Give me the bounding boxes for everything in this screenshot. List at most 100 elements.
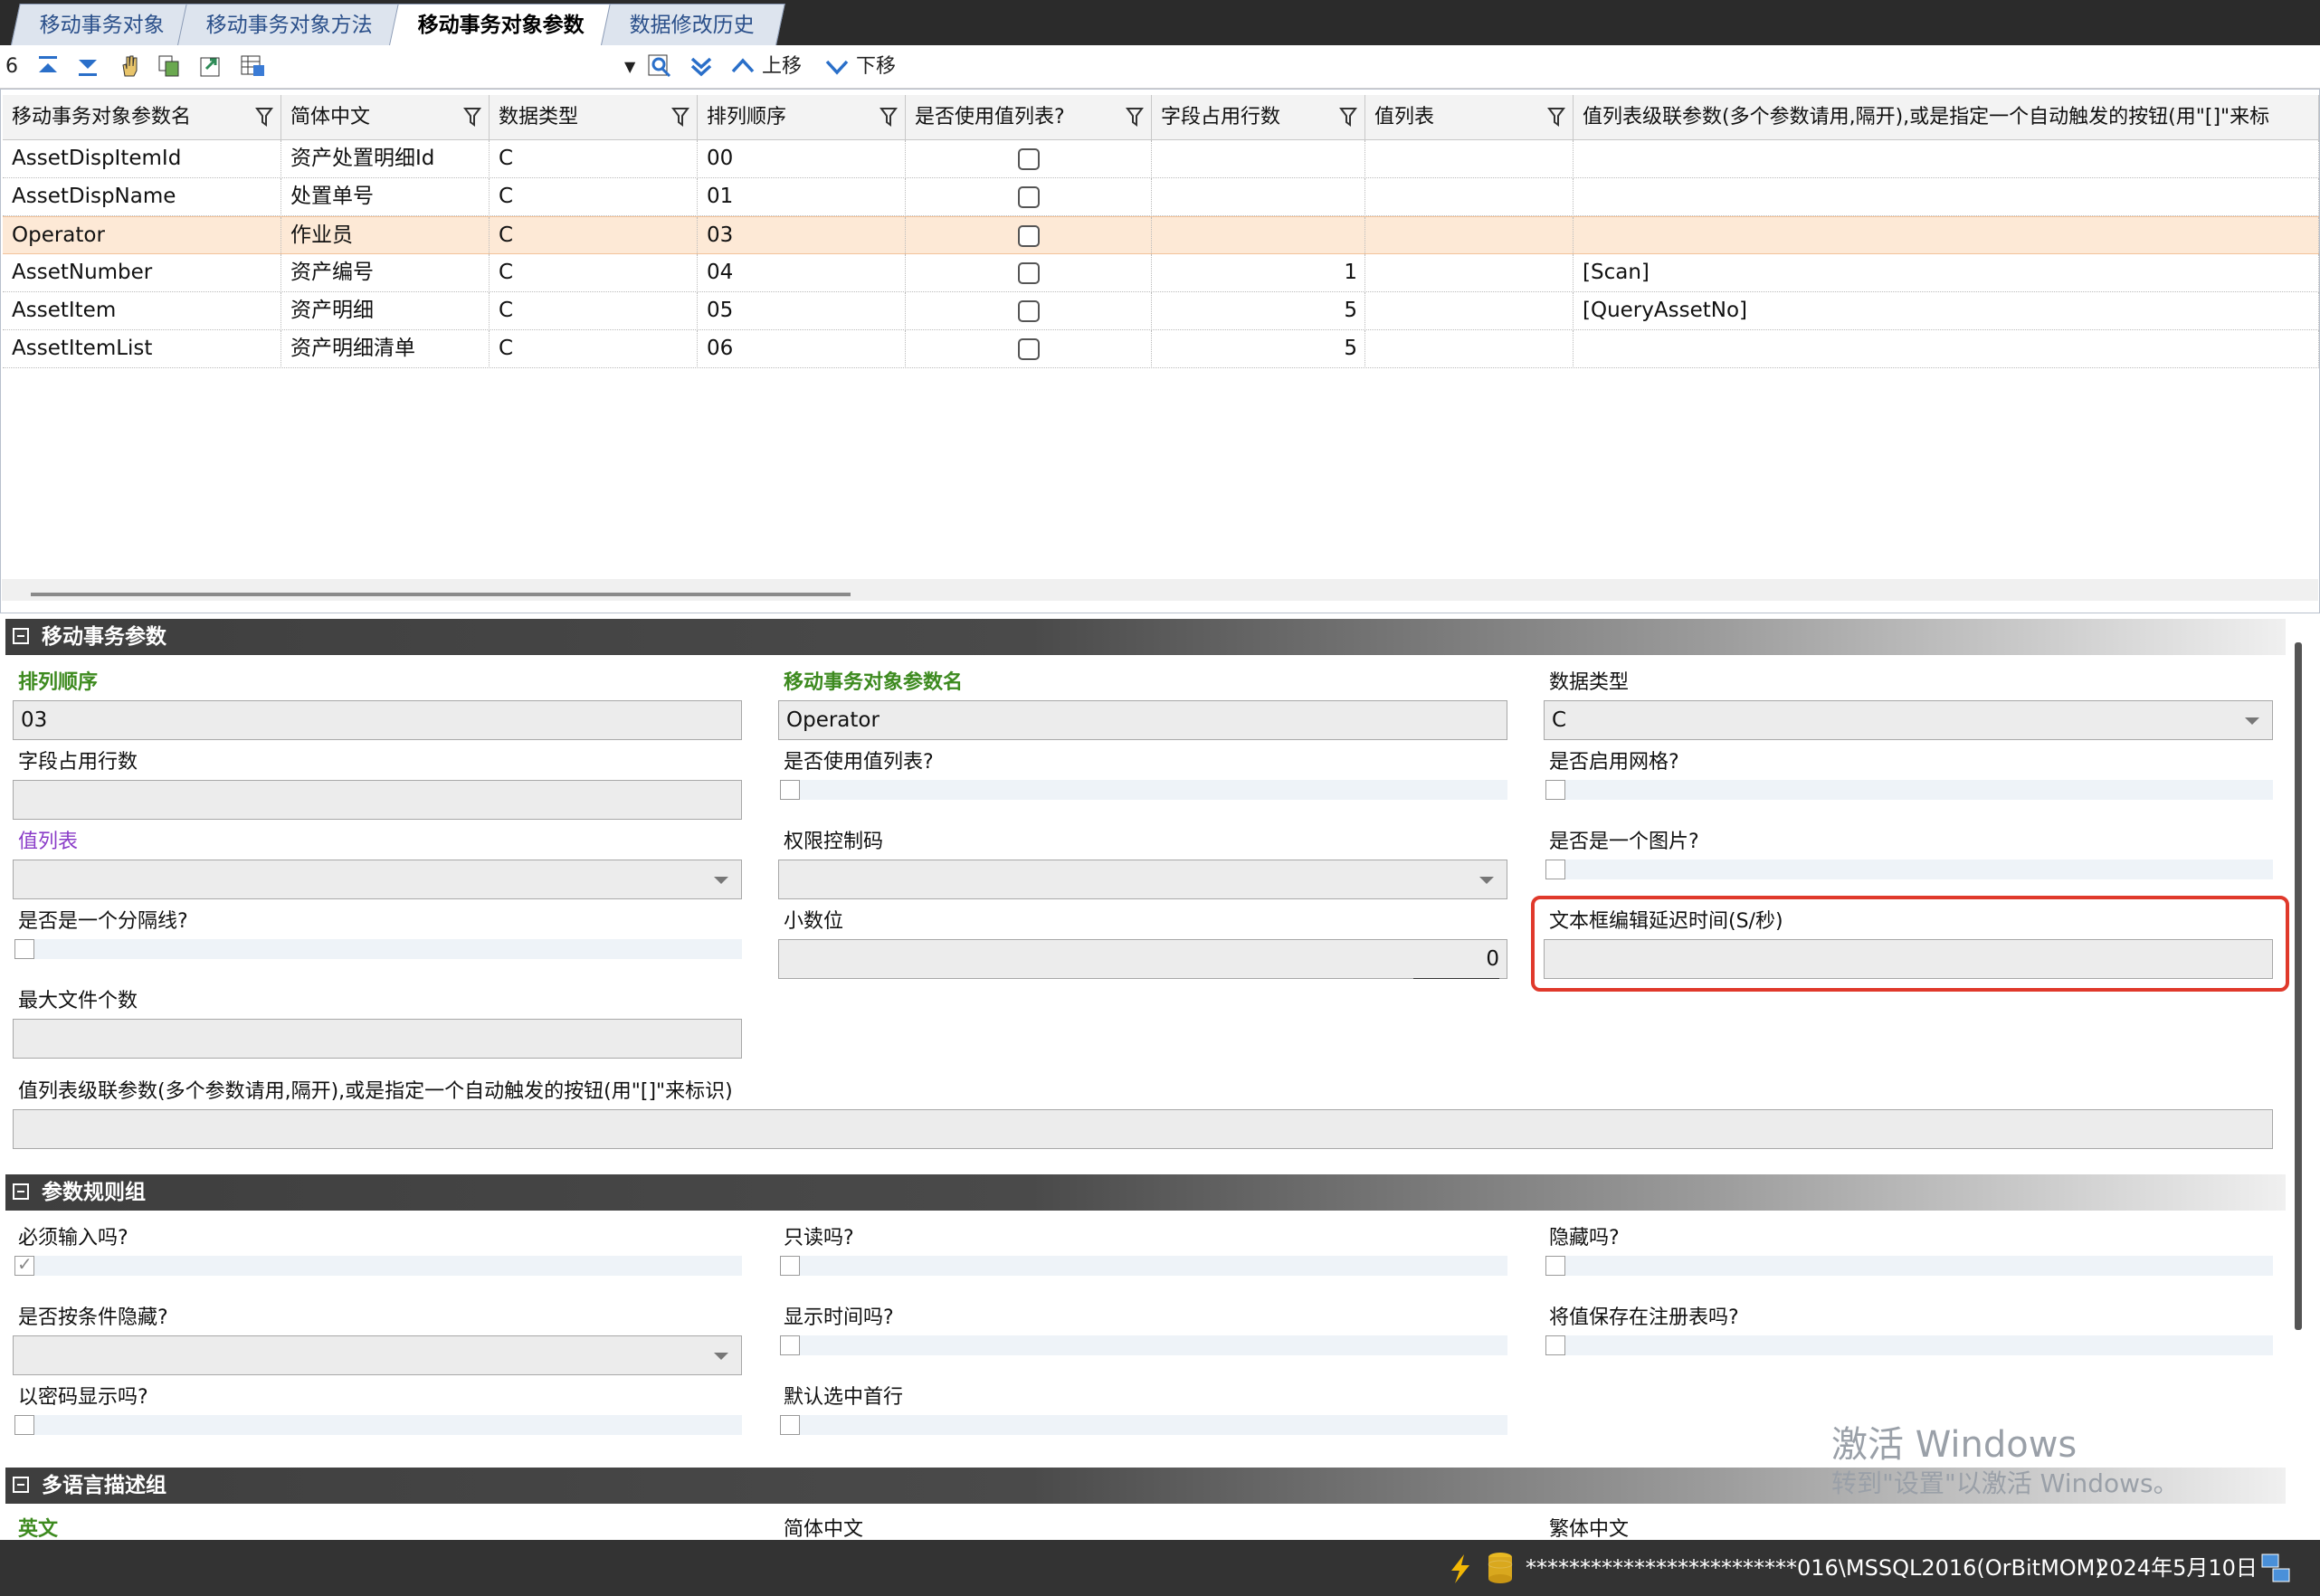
horizontal-scrollbar-thumb[interactable]	[31, 593, 851, 596]
permission-code-select[interactable]	[778, 860, 1507, 899]
tab-mobile-transaction-object-params[interactable]: 移动事务对象参数	[389, 4, 615, 45]
column-header-label: 移动事务对象参数名	[12, 106, 192, 128]
chevron-down-icon[interactable]	[823, 52, 851, 80]
hidden-checkbox[interactable]	[1545, 1256, 1565, 1276]
filter-icon[interactable]	[880, 107, 898, 127]
required-checkbox[interactable]	[14, 1253, 34, 1276]
tab-bar: 移动事务对象 移动事务对象方法 移动事务对象参数 数据修改历史	[0, 0, 2320, 45]
column-header-use-value-list[interactable]: 是否使用值列表?	[906, 95, 1152, 140]
horizontal-scrollbar[interactable]	[2, 579, 2318, 601]
is-separator-checkbox[interactable]	[14, 939, 34, 959]
search-icon[interactable]	[646, 52, 673, 80]
watermark-subtitle: 转到"设置"以激活 Windows。	[1831, 1468, 2179, 1498]
default-first-row-checkbox[interactable]	[780, 1415, 800, 1435]
save-registry-checkbox[interactable]	[1545, 1335, 1565, 1355]
value-list-select[interactable]	[13, 860, 742, 899]
double-chevron-down-icon[interactable]	[688, 52, 715, 80]
conditional-hide-select[interactable]	[13, 1335, 742, 1375]
param-name-field[interactable]: Operator	[778, 700, 1507, 740]
checkbox-strip	[780, 1335, 1507, 1355]
use-value-list-checkbox[interactable]	[1018, 186, 1040, 208]
copy-icon[interactable]	[156, 52, 183, 80]
use-value-list-checkbox[interactable]	[780, 780, 800, 800]
column-header-param-name[interactable]: 移动事务对象参数名	[3, 95, 281, 140]
cell-simplified-chinese: 处置单号	[281, 178, 490, 216]
collapse-icon[interactable]	[13, 628, 29, 644]
table-row[interactable]: AssetNumber 资产编号 C 04 1 [Scan]	[3, 254, 2319, 292]
column-header-value-list[interactable]: 值列表	[1365, 95, 1574, 140]
table-row[interactable]: AssetDispItemId 资产处置明细Id C 00	[3, 140, 2319, 178]
section-title: 参数规则组	[42, 1181, 146, 1204]
sort-order-field[interactable]: 03	[13, 700, 742, 740]
data-type-select[interactable]: C	[1544, 700, 2273, 740]
cell-data-type: C	[490, 178, 698, 216]
decimals-field[interactable]: 0	[778, 939, 1507, 979]
cell-field-lines: 5	[1152, 292, 1365, 330]
filter-icon[interactable]	[255, 107, 273, 127]
export-icon[interactable]	[197, 52, 224, 80]
move-last-icon[interactable]	[74, 52, 101, 80]
max-files-field[interactable]	[13, 1019, 742, 1059]
cell-data-type: C	[490, 330, 698, 368]
value-list-label: 值列表	[18, 831, 79, 853]
collapse-icon[interactable]	[13, 1477, 29, 1493]
data-type-label: 数据类型	[1549, 671, 1630, 694]
column-header-label: 字段占用行数	[1161, 106, 1281, 128]
is-image-checkbox[interactable]	[1545, 860, 1565, 879]
filter-icon[interactable]	[1126, 107, 1144, 127]
cell-data-type: C	[490, 217, 698, 255]
section-header-rules[interactable]: 参数规则组	[5, 1174, 2286, 1211]
cell-use-value-list	[906, 254, 1152, 292]
checkbox-strip	[14, 1415, 742, 1435]
field-lines-field[interactable]	[13, 780, 742, 820]
table-row[interactable]: AssetItemList 资产明细清单 C 06 5	[3, 330, 2319, 368]
network-icon[interactable]	[2260, 1553, 2293, 1585]
table-row[interactable]: AssetItem 资产明细 C 05 5 [QueryAssetNo]	[3, 292, 2319, 330]
table-row[interactable]: AssetDispName 处置单号 C 01	[3, 178, 2319, 216]
tab-mobile-transaction-object-method[interactable]: 移动事务对象方法	[177, 4, 404, 45]
move-down-button[interactable]: 下移	[856, 52, 896, 81]
use-value-list-checkbox[interactable]	[1018, 300, 1040, 322]
table-settings-icon[interactable]	[239, 52, 266, 80]
english-label: 英文	[18, 1518, 59, 1540]
readonly-checkbox[interactable]	[780, 1256, 800, 1276]
watermark-title: 激活 Windows	[1831, 1424, 2078, 1466]
section-header-params[interactable]: 移动事务参数	[5, 619, 2286, 655]
move-up-button[interactable]: 上移	[762, 52, 802, 81]
cell-simplified-chinese: 资产明细清单	[281, 330, 490, 368]
column-header-field-lines[interactable]: 字段占用行数	[1152, 95, 1365, 140]
table-row-selected[interactable]: Operator 作业员 C 03	[3, 216, 2319, 255]
filter-icon[interactable]	[1339, 107, 1357, 127]
chevron-up-icon[interactable]	[729, 52, 756, 80]
hand-icon[interactable]	[116, 52, 143, 80]
dropdown-arrow-icon[interactable]: ▼	[624, 52, 635, 81]
use-value-list-checkbox[interactable]	[1018, 338, 1040, 360]
move-first-icon[interactable]	[34, 52, 62, 80]
tab-mobile-transaction-object[interactable]: 移动事务对象	[11, 4, 195, 45]
show-time-label: 显示时间吗?	[784, 1306, 894, 1329]
cell-sort-order: 06	[698, 330, 906, 368]
filter-icon[interactable]	[1547, 107, 1565, 127]
vertical-scrollbar[interactable]	[2295, 642, 2302, 1330]
highlight-box	[1531, 896, 2289, 992]
filter-icon[interactable]	[463, 107, 481, 127]
cell-sort-order: 01	[698, 178, 906, 216]
column-header-sort-order[interactable]: 排列顺序	[698, 95, 906, 140]
tab-data-modify-history[interactable]: 数据修改历史	[601, 4, 785, 45]
use-value-list-checkbox[interactable]	[1018, 225, 1040, 247]
enable-grid-checkbox[interactable]	[1545, 780, 1565, 800]
cell-sort-order: 04	[698, 254, 906, 292]
cell-param-name: AssetItem	[3, 292, 281, 330]
column-header-cascade-params[interactable]: 值列表级联参数(多个参数请用,隔开),或是指定一个自动触发的按钮(用"[]"来标	[1574, 95, 2319, 140]
simplified-chinese-label: 简体中文	[784, 1518, 864, 1540]
column-header-data-type[interactable]: 数据类型	[490, 95, 698, 140]
show-time-checkbox[interactable]	[780, 1335, 800, 1355]
cell-simplified-chinese: 资产明细	[281, 292, 490, 330]
use-value-list-checkbox[interactable]	[1018, 148, 1040, 170]
collapse-icon[interactable]	[13, 1183, 29, 1200]
cascade-params-field[interactable]	[13, 1109, 2273, 1149]
use-value-list-checkbox[interactable]	[1018, 262, 1040, 284]
column-header-simplified-chinese[interactable]: 简体中文	[281, 95, 490, 140]
filter-icon[interactable]	[671, 107, 689, 127]
password-checkbox[interactable]	[14, 1415, 34, 1435]
